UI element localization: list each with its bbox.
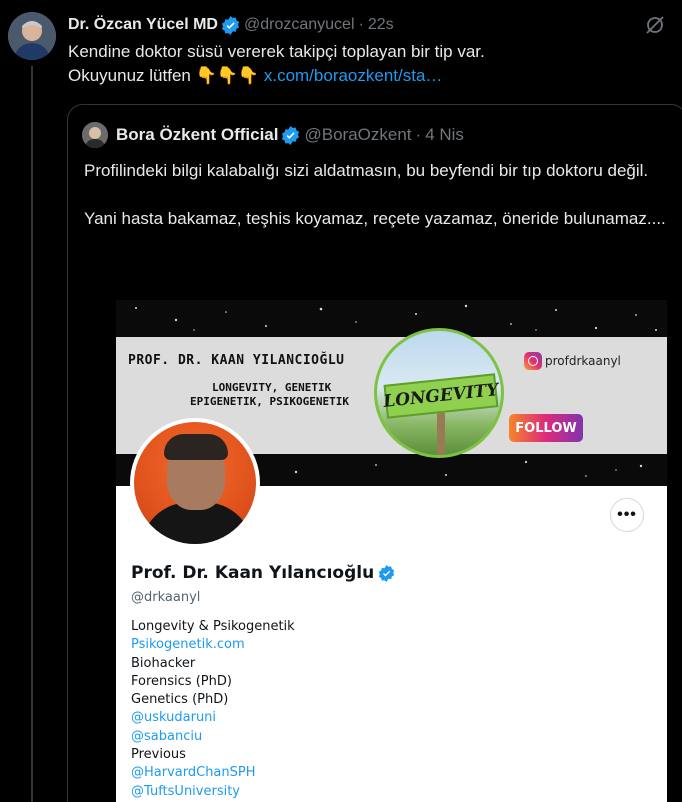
sign-post	[437, 413, 445, 455]
verified-badge-icon	[379, 564, 395, 582]
quote-author-avatar[interactable]	[82, 122, 108, 148]
tweet-text-prefix: Okuyunuz lütfen	[68, 66, 191, 85]
bio-link: @TuftsUniversity	[131, 783, 241, 799]
quote-header: Bora Özkent Official @BoraOzkent · 4 Nis	[82, 121, 464, 149]
bio-line: Biohacker	[131, 655, 196, 671]
embedded-profile-screenshot[interactable]: PROF. DR. KAAN YILANCIOĞLU LONGEVITY, GE…	[116, 300, 667, 802]
banner-name: PROF. DR. KAAN YILANCIOĞLU	[128, 353, 345, 368]
longevity-sign-text: LONGEVITY	[382, 373, 500, 419]
tweet-link[interactable]: x.com/boraozkent/sta…	[264, 66, 443, 85]
quoted-tweet[interactable]: Bora Özkent Official @BoraOzkent · 4 Nis…	[67, 104, 682, 802]
bio-line: Previous	[131, 747, 186, 763]
bio-link: Psikogenetik.com	[131, 637, 245, 653]
bio-line: Longevity & Psikogenetik	[131, 619, 295, 634]
profile-bio: Longevity & Psikogenetik Psikogenetik.com…	[131, 618, 295, 801]
verified-badge-icon	[221, 15, 240, 35]
pointing-down-emoji: 👇👇👇	[195, 66, 260, 85]
bio-link: @HarvardChanSPH	[131, 765, 256, 781]
verified-badge-icon	[282, 125, 300, 145]
quote-author-handle[interactable]: @BoraOzkent	[304, 125, 411, 145]
tweet-header: Dr. Özcan Yücel MD @drozcanyucel · 22s	[68, 14, 672, 36]
photo-hair	[164, 434, 228, 460]
banner-subtitle-2: EPIGENETIK, PSIKOGENETIK	[190, 395, 349, 408]
author-name[interactable]: Dr. Özcan Yücel MD	[68, 16, 218, 34]
quote-paragraph-2: Yani hasta bakamaz, teşhis koyamaz, reçe…	[84, 209, 666, 228]
banner-subtitle-1: LONGEVITY, GENETIK	[212, 381, 332, 394]
quote-time[interactable]: 4 Nis	[425, 125, 464, 145]
banner-follow-badge: FOLLOW	[509, 414, 583, 442]
instagram-handle-text: profdrkaanyl	[545, 354, 621, 368]
author-handle[interactable]: @drozcanyucel	[244, 16, 355, 34]
author-avatar[interactable]	[8, 12, 56, 60]
bio-line: Forensics (PhD)	[131, 673, 232, 689]
longevity-sign-image: LONGEVITY	[374, 328, 504, 458]
bio-link: @sabanciu	[131, 728, 203, 744]
tweet-text-line-1: Kendine doktor süsü vererek takipçi topl…	[68, 42, 485, 61]
tweet-body: Kendine doktor süsü vererek takipçi topl…	[68, 40, 668, 88]
tweet-time[interactable]: 22s	[368, 16, 394, 34]
profile-name: Prof. Dr. Kaan Yılancıoğlu	[131, 563, 395, 583]
profile-name-text: Prof. Dr. Kaan Yılancıoğlu	[131, 563, 375, 583]
quote-paragraph-1: Profilindeki bilgi kalabalığı sizi aldat…	[84, 161, 649, 180]
instagram-icon	[524, 352, 542, 370]
quote-author-name[interactable]: Bora Özkent Official	[116, 125, 278, 145]
separator-dot: ·	[358, 16, 364, 33]
bio-link: @uskudaruni	[131, 710, 217, 726]
instagram-handle: profdrkaanyl	[524, 352, 621, 370]
more-icon: •••	[610, 498, 644, 532]
profile-handle: @drkaanyl	[131, 590, 201, 605]
separator-dot: ·	[415, 125, 422, 144]
tweet-text-line-2: Okuyunuz lütfen 👇👇👇 x.com/boraozkent/sta…	[68, 64, 668, 88]
grok-icon[interactable]	[644, 14, 666, 36]
profile-photo	[130, 418, 260, 548]
bio-line: Genetics (PhD)	[131, 692, 229, 708]
thread-connector-line	[31, 66, 33, 802]
quote-body: Profilindeki bilgi kalabalığı sizi aldat…	[84, 159, 682, 231]
